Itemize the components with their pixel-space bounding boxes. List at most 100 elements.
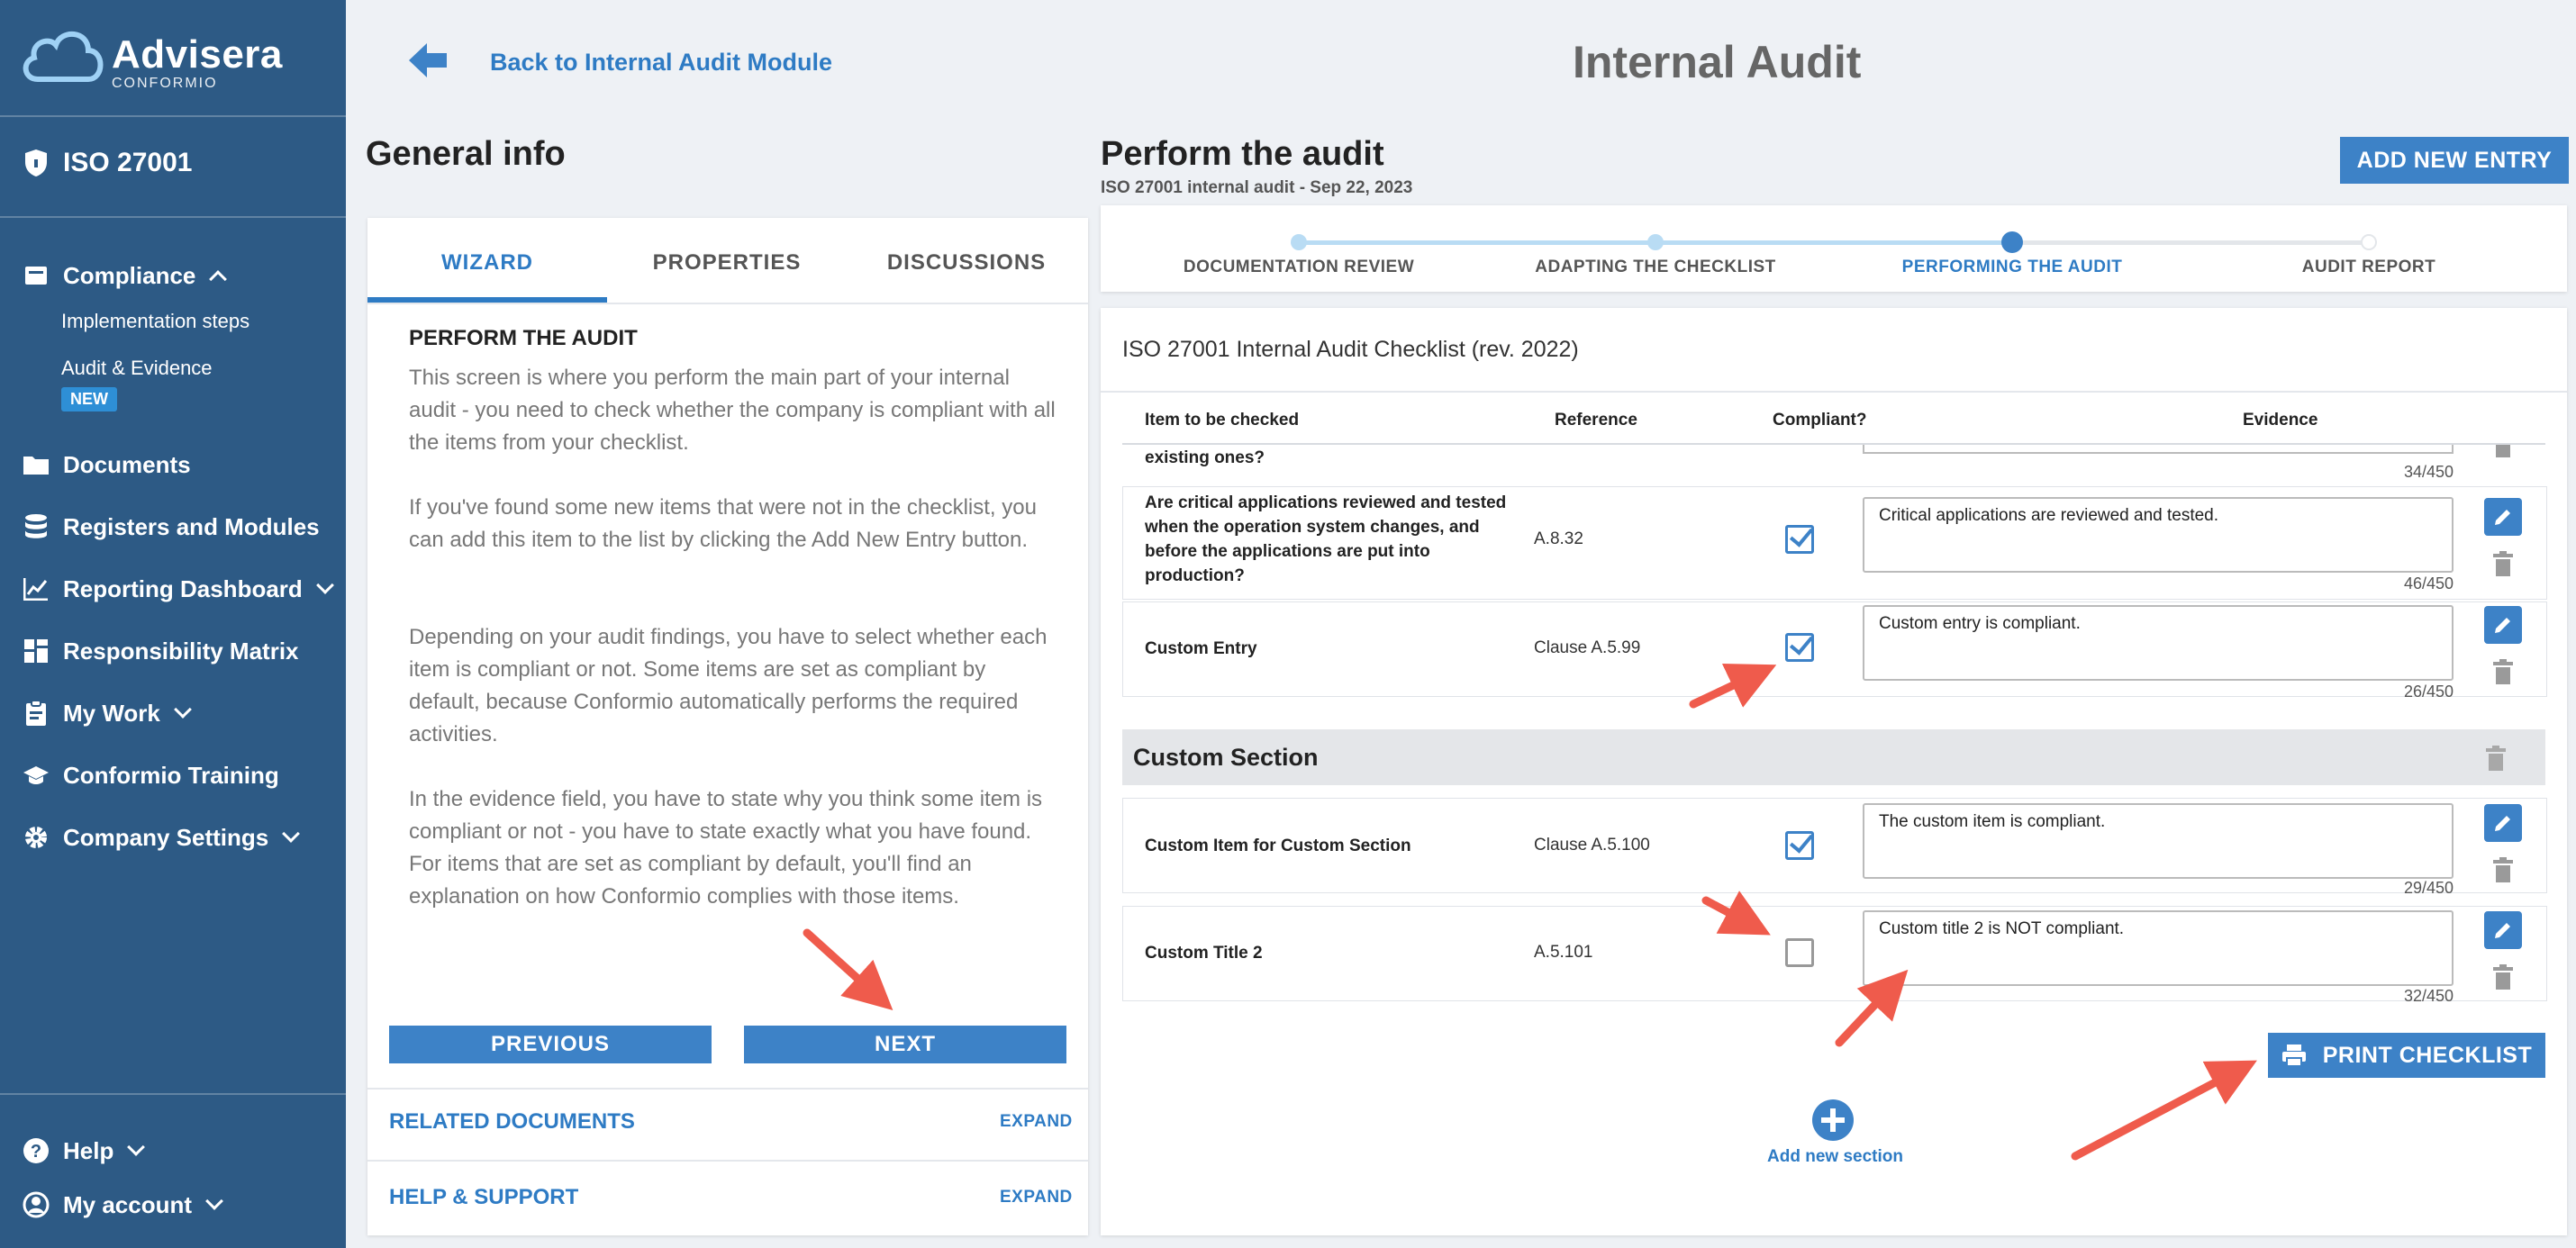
sidebar-label: My Work (63, 699, 160, 727)
section-title: Custom Section (1133, 744, 1319, 771)
user-circle-icon (22, 1190, 50, 1219)
sidebar-item-documents[interactable]: Documents (22, 450, 191, 479)
compliant-checkbox[interactable] (1785, 633, 1814, 662)
reference-text: A.8.32 (1534, 529, 1583, 548)
previous-button[interactable]: PREVIOUS (389, 1026, 712, 1063)
step-dot (1647, 234, 1664, 250)
chevron-down-icon (315, 576, 334, 594)
char-count: 46/450 (2403, 574, 2454, 592)
evidence-field[interactable]: Custom title 2 is NOT compliant. (1863, 910, 2454, 986)
sidebar-item-help[interactable]: ? Help (22, 1136, 146, 1165)
step-dot-current (2001, 231, 2023, 253)
sidebar-item-reporting[interactable]: Reporting Dashboard (22, 574, 334, 603)
sidebar-item-responsibility[interactable]: Responsibility Matrix (22, 637, 299, 665)
related-documents-expand[interactable]: EXPAND (1000, 1112, 1073, 1132)
print-checklist-button[interactable]: PRINT CHECKLIST (2268, 1033, 2545, 1078)
step-documentation-review[interactable]: DOCUMENTATION REVIEW (1119, 258, 1479, 277)
sidebar-item-compliance[interactable]: Compliance (22, 261, 228, 290)
step-performing-audit[interactable]: PERFORMING THE AUDIT (1832, 258, 2192, 277)
wizard-paragraph: This screen is where you perform the mai… (409, 366, 1056, 455)
sidebar-label: Conformio Training (63, 761, 279, 789)
printer-icon (2281, 1045, 2306, 1067)
help-icon: ? (22, 1136, 50, 1165)
perform-audit-subtitle: ISO 27001 internal audit - Sep 22, 2023 (1101, 178, 1413, 197)
col-item: Item to be checked (1145, 411, 1300, 430)
general-info-title: General info (366, 135, 566, 173)
back-link[interactable]: Back to Internal Audit Module (490, 49, 832, 77)
pencil-icon (2495, 923, 2510, 938)
char-count: 29/450 (2403, 879, 2454, 897)
chart-icon (22, 574, 50, 603)
trash-icon[interactable] (2493, 445, 2513, 457)
col-reference: Reference (1555, 411, 1637, 430)
wizard-paragraph: In the evidence field, you have to state… (409, 787, 1043, 909)
edit-button[interactable] (2484, 606, 2522, 644)
reference-text: Clause A.5.99 (1534, 638, 1641, 657)
step-dot (1291, 234, 1307, 250)
table-row: existing ones? 34/450 (1122, 445, 2545, 481)
inbox-icon (22, 261, 50, 290)
sidebar-label: Company Settings (63, 823, 269, 851)
sidebar-label: Registers and Modules (63, 512, 320, 540)
add-new-section-link[interactable]: Add new section (1767, 1147, 1903, 1167)
edit-button[interactable] (2484, 498, 2522, 536)
tab-discussions[interactable]: DISCUSSIONS (847, 250, 1086, 276)
sidebar-standard[interactable]: ISO 27001 (22, 148, 192, 178)
chevron-down-icon (127, 1138, 146, 1156)
sidebar: Advisera CONFORMIO ISO 27001 Compliance … (0, 0, 346, 1248)
item-text: Are critical applications reviewed and t… (1145, 493, 1507, 585)
trash-icon[interactable] (2493, 857, 2513, 882)
sidebar-label: Documents (63, 450, 191, 478)
sidebar-item-my-work[interactable]: My Work (22, 699, 192, 728)
step-adapting-checklist[interactable]: ADAPTING THE CHECKLIST (1475, 258, 1836, 277)
compliant-checkbox[interactable] (1785, 525, 1814, 554)
sidebar-item-training[interactable]: Conformio Training (22, 761, 279, 790)
sidebar-item-registers[interactable]: Registers and Modules (22, 512, 320, 541)
edit-button[interactable] (2484, 911, 2522, 949)
tab-properties[interactable]: PROPERTIES (607, 250, 847, 276)
edit-button[interactable] (2484, 804, 2522, 842)
sidebar-item-implementation-steps[interactable]: Implementation steps (61, 310, 249, 333)
trash-icon[interactable] (2493, 964, 2513, 990)
gear-icon (22, 823, 50, 852)
evidence-field[interactable]: Critical applications are reviewed and t… (1863, 497, 2454, 573)
database-icon (22, 512, 50, 541)
shield-icon (22, 149, 50, 177)
compliant-checkbox[interactable] (1785, 831, 1814, 860)
related-documents-title[interactable]: RELATED DOCUMENTS (389, 1109, 635, 1135)
advisera-logo-icon (23, 31, 104, 82)
sidebar-item-my-account[interactable]: My account (22, 1190, 223, 1219)
step-dot (2361, 234, 2377, 250)
char-count: 34/450 (2403, 463, 2454, 481)
col-compliant: Compliant? (1773, 411, 1867, 430)
clipboard-icon (22, 699, 50, 728)
trash-icon[interactable] (2493, 551, 2513, 576)
checklist-title: ISO 27001 Internal Audit Checklist (rev.… (1122, 337, 1579, 362)
compliant-checkbox[interactable] (1785, 938, 1814, 967)
trash-icon[interactable] (2493, 659, 2513, 684)
sidebar-item-company-settings[interactable]: Company Settings (22, 823, 301, 852)
chevron-down-icon (282, 825, 301, 843)
sidebar-label: Compliance (63, 261, 196, 289)
add-new-entry-button[interactable]: ADD NEW ENTRY (2340, 137, 2569, 184)
pencil-icon (2495, 510, 2510, 525)
sidebar-standard-label: ISO 27001 (63, 148, 193, 177)
evidence-field[interactable]: The custom item is compliant. (1863, 803, 2454, 879)
item-text: Custom Entry (1145, 639, 1257, 658)
chevron-down-icon (173, 701, 192, 719)
pencil-icon (2495, 816, 2510, 831)
item-text: Custom Item for Custom Section (1145, 837, 1411, 855)
trash-icon[interactable] (2486, 746, 2506, 771)
add-circle-icon[interactable] (1811, 1099, 1855, 1142)
back-arrow-icon[interactable] (407, 41, 449, 79)
help-support-title[interactable]: HELP & SUPPORT (389, 1185, 578, 1210)
evidence-field[interactable]: Custom entry is compliant. (1863, 605, 2454, 681)
sidebar-item-audit-evidence[interactable]: Audit & Evidence (61, 357, 213, 380)
graduation-cap-icon (22, 761, 50, 790)
next-button[interactable]: NEXT (744, 1026, 1066, 1063)
help-support-expand[interactable]: EXPAND (1000, 1188, 1073, 1207)
tab-wizard[interactable]: WIZARD (367, 250, 607, 276)
step-audit-report[interactable]: AUDIT REPORT (2189, 258, 2549, 277)
wizard-paragraph: Depending on your audit findings, you ha… (409, 625, 1048, 746)
print-label: PRINT CHECKLIST (2322, 1042, 2533, 1068)
